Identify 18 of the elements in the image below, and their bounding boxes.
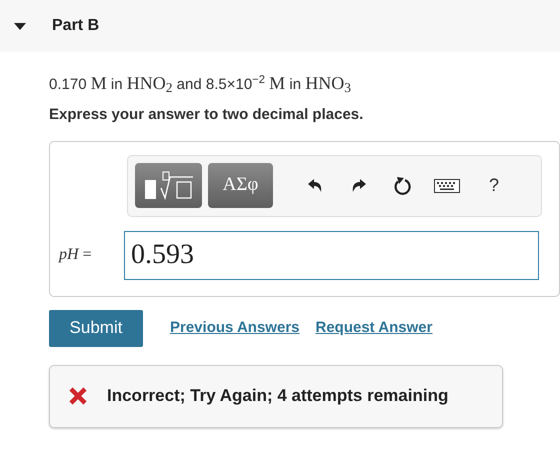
fraction-root-template-icon [142, 170, 194, 200]
redo-icon[interactable] [352, 178, 366, 192]
answer-link[interactable]: Previous Answers [170, 316, 300, 340]
answer-field[interactable]: 0.593 [124, 230, 539, 280]
submit-button[interactable]: Submit [49, 310, 143, 346]
undo-icon[interactable] [308, 178, 322, 192]
symbols-button[interactable]: ΑΣφ [208, 163, 273, 208]
answer-label: pH = [59, 245, 93, 265]
feedback-message: Incorrect; Try Again; 4 attempts remaining [107, 385, 448, 408]
problem-statement: 0.170 M in HNO$_{2}$ and 8.5×10$^{−2}$ M in HNO$_{3}$ [49, 72, 352, 96]
reset-icon[interactable] [394, 176, 412, 196]
help-button[interactable]: ? [489, 172, 500, 199]
templates-button[interactable] [135, 163, 202, 208]
instruction-text: Express your answer to two decimal places. [49, 105, 364, 125]
answer-link[interactable]: Request Answer [316, 316, 432, 340]
part-title: Part B [52, 16, 100, 36]
keyboard-icon[interactable] [434, 178, 460, 192]
incorrect-icon [69, 387, 87, 405]
